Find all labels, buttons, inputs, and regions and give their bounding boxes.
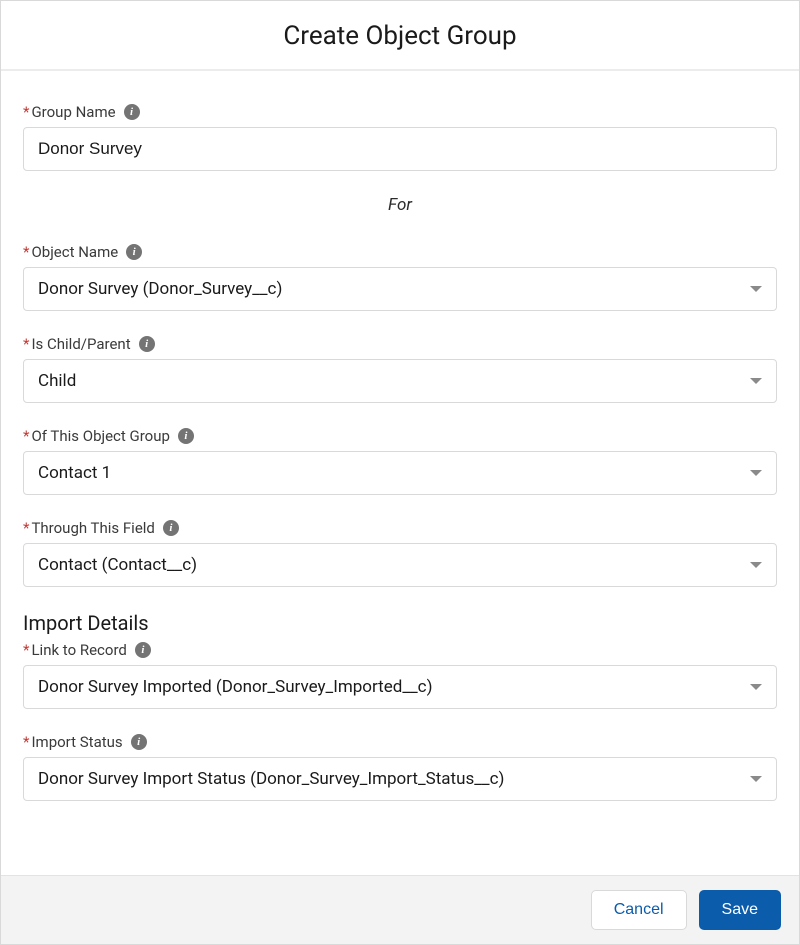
- object-name-label-text: Object Name: [31, 243, 118, 261]
- modal-footer: Cancel Save: [1, 875, 799, 944]
- cancel-button[interactable]: Cancel: [591, 890, 687, 930]
- save-button[interactable]: Save: [699, 890, 781, 930]
- import-details-heading: Import Details: [23, 611, 777, 635]
- for-divider-text: For: [23, 195, 777, 215]
- through-field-label: *Through This Field i: [23, 519, 777, 537]
- modal-body: *Group Name i For *Object Name i Donor S…: [1, 71, 799, 875]
- group-name-input[interactable]: [23, 127, 777, 171]
- is-child-parent-select[interactable]: Child: [23, 359, 777, 403]
- of-object-group-label: *Of This Object Group i: [23, 427, 777, 445]
- group-name-label: *Group Name i: [23, 103, 777, 121]
- info-icon[interactable]: i: [124, 104, 140, 120]
- required-indicator: *: [23, 641, 29, 659]
- import-status-label-text: Import Status: [31, 733, 122, 751]
- modal-header: Create Object Group: [1, 1, 799, 71]
- of-object-group-value: Contact 1: [23, 451, 777, 495]
- modal-title: Create Object Group: [1, 21, 799, 51]
- object-name-select[interactable]: Donor Survey (Donor_Survey__c): [23, 267, 777, 311]
- object-name-label: *Object Name i: [23, 243, 777, 261]
- info-icon[interactable]: i: [135, 642, 151, 658]
- import-status-label: *Import Status i: [23, 733, 777, 751]
- is-child-parent-label: *Is Child/Parent i: [23, 335, 777, 353]
- info-icon[interactable]: i: [126, 244, 142, 260]
- link-to-record-label: *Link to Record i: [23, 641, 777, 659]
- required-indicator: *: [23, 427, 29, 445]
- link-to-record-field: *Link to Record i Donor Survey Imported …: [23, 641, 777, 709]
- info-icon[interactable]: i: [139, 336, 155, 352]
- required-indicator: *: [23, 335, 29, 353]
- import-status-value: Donor Survey Import Status (Donor_Survey…: [23, 757, 777, 801]
- required-indicator: *: [23, 733, 29, 751]
- import-status-select[interactable]: Donor Survey Import Status (Donor_Survey…: [23, 757, 777, 801]
- is-child-parent-label-text: Is Child/Parent: [31, 335, 130, 353]
- through-field-value: Contact (Contact__c): [23, 543, 777, 587]
- is-child-parent-value: Child: [23, 359, 777, 403]
- link-to-record-value: Donor Survey Imported (Donor_Survey_Impo…: [23, 665, 777, 709]
- object-name-value: Donor Survey (Donor_Survey__c): [23, 267, 777, 311]
- required-indicator: *: [23, 103, 29, 121]
- of-object-group-select[interactable]: Contact 1: [23, 451, 777, 495]
- through-field-field: *Through This Field i Contact (Contact__…: [23, 519, 777, 587]
- object-name-field: *Object Name i Donor Survey (Donor_Surve…: [23, 243, 777, 311]
- info-icon[interactable]: i: [178, 428, 194, 444]
- of-object-group-field: *Of This Object Group i Contact 1: [23, 427, 777, 495]
- through-field-select[interactable]: Contact (Contact__c): [23, 543, 777, 587]
- group-name-field: *Group Name i: [23, 103, 777, 171]
- group-name-label-text: Group Name: [31, 103, 115, 121]
- link-to-record-select[interactable]: Donor Survey Imported (Donor_Survey_Impo…: [23, 665, 777, 709]
- import-status-field: *Import Status i Donor Survey Import Sta…: [23, 733, 777, 801]
- create-object-group-modal: Create Object Group *Group Name i For *O…: [0, 0, 800, 945]
- info-icon[interactable]: i: [131, 734, 147, 750]
- required-indicator: *: [23, 519, 29, 537]
- of-object-group-label-text: Of This Object Group: [31, 427, 169, 445]
- is-child-parent-field: *Is Child/Parent i Child: [23, 335, 777, 403]
- link-to-record-label-text: Link to Record: [31, 641, 126, 659]
- through-field-label-text: Through This Field: [31, 519, 154, 537]
- info-icon[interactable]: i: [163, 520, 179, 536]
- required-indicator: *: [23, 243, 29, 261]
